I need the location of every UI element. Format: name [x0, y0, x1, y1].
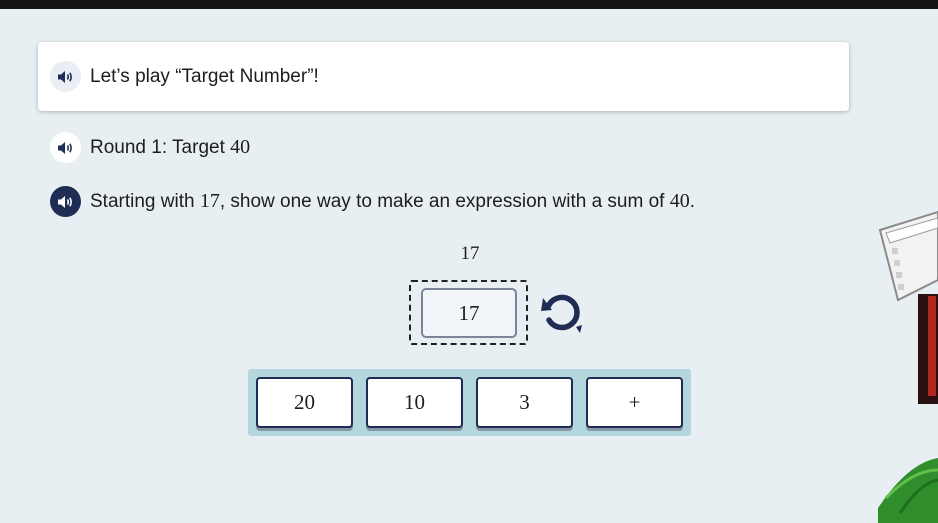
intro-speaker-button[interactable]: [50, 61, 81, 92]
round-title: Round 1: Target 40: [90, 136, 250, 159]
prompt-start: 17: [199, 190, 220, 212]
top-bar: [0, 0, 938, 9]
round-row: Round 1: Target 40: [50, 132, 250, 163]
number-tile[interactable]: 20: [256, 377, 353, 428]
prompt-target: 40: [669, 190, 690, 212]
number-tile[interactable]: 10: [366, 377, 463, 428]
speaker-icon: [58, 195, 72, 208]
speaker-icon: [58, 70, 72, 83]
round-prefix: Round 1: Target: [90, 137, 231, 158]
prompt-part2: , show one way to make an expression wit…: [219, 191, 670, 212]
expression-value: 17: [460, 243, 480, 264]
film-reel-decoration: [878, 210, 938, 523]
prompt-speaker-button[interactable]: [50, 186, 81, 217]
prompt-text: Starting with 17, show one way to make a…: [90, 190, 695, 213]
placed-tile[interactable]: 17: [421, 288, 517, 338]
prompt-part1: Starting with: [90, 191, 200, 212]
prompt-row: Starting with 17, show one way to make a…: [50, 186, 695, 217]
rotate-reset-icon: [541, 294, 582, 333]
round-target: 40: [230, 136, 251, 158]
prompt-part3: .: [689, 191, 695, 212]
round-speaker-button[interactable]: [50, 132, 81, 163]
speaker-icon: [58, 141, 72, 154]
intro-row: Let’s play “Target Number”!: [50, 61, 319, 92]
intro-text: Let’s play “Target Number”!: [90, 65, 319, 87]
number-tile[interactable]: 3: [476, 377, 573, 428]
reset-button[interactable]: [540, 291, 584, 335]
plus-tile[interactable]: +: [586, 377, 683, 428]
